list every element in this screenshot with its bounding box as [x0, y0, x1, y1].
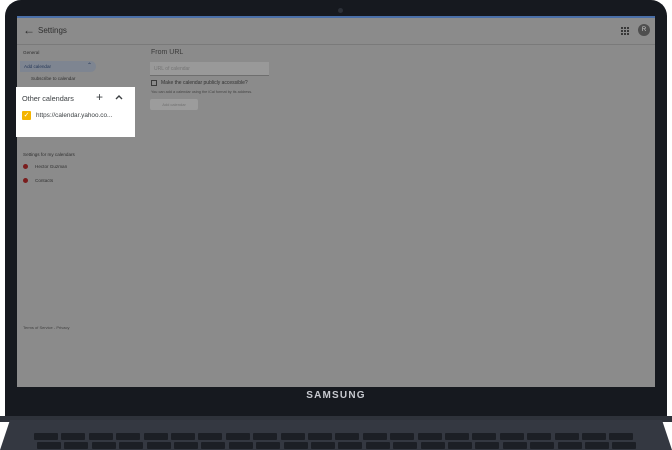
keyboard-key — [88, 433, 113, 440]
keyboard-key — [612, 442, 637, 449]
calendar-color-dot — [23, 164, 28, 170]
keyboard-key — [527, 433, 552, 440]
sidebar-section-my-calendars: Settings for my calendars — [23, 152, 75, 157]
keyboard-key — [228, 442, 253, 449]
plus-icon[interactable]: + — [96, 90, 103, 104]
public-checkbox-label: Make the calendar publicly accessible? — [161, 80, 248, 86]
calendar-url-input[interactable] — [150, 62, 269, 76]
calendar-checkbox[interactable]: ✓ — [22, 111, 31, 120]
other-calendars-panel: Other calendars + ✓ https://calendar.yah… — [16, 87, 135, 137]
keyboard-key — [475, 442, 500, 449]
keyboard-key — [335, 433, 360, 440]
chevron-up-icon[interactable] — [114, 92, 124, 102]
keyboard-key — [256, 442, 281, 449]
brand-logo: SAMSUNG — [306, 390, 366, 401]
apps-grid-icon[interactable] — [621, 27, 629, 35]
calendar-name: Hector Guzman — [35, 164, 68, 169]
keyboard-key — [472, 433, 497, 440]
keyboard-key — [499, 433, 524, 440]
footer-links[interactable]: Terms of Service - Privacy — [23, 325, 69, 330]
keyboard-key — [609, 433, 634, 440]
page-title: Settings — [38, 26, 67, 35]
sidebar-item-calendar[interactable]: Contacts — [23, 178, 54, 184]
other-calendar-url[interactable]: https://calendar.yahoo.co... — [36, 112, 112, 119]
webcam — [338, 8, 343, 13]
sidebar-item-add-calendar[interactable]: Add calendar ⌃ — [20, 61, 96, 72]
top-bar: ← Settings R — [17, 16, 655, 45]
keyboard-key — [502, 442, 527, 449]
keyboard-key — [201, 442, 226, 449]
keyboard-key — [585, 442, 609, 449]
keyboard-key — [61, 433, 86, 440]
keyboard-key — [174, 442, 198, 449]
keyboard-key — [445, 433, 469, 440]
keyboard-key — [198, 433, 223, 440]
keyboard-key — [362, 433, 387, 440]
keyboard-key — [393, 442, 418, 449]
keyboard — [34, 433, 638, 450]
laptop: ← Settings R General Add calendar ⌃ Subs… — [0, 0, 672, 450]
avatar[interactable]: R — [638, 24, 650, 36]
keyboard-key — [253, 433, 278, 440]
keyboard-key — [448, 442, 472, 449]
keyboard-key — [171, 433, 195, 440]
keyboard-key — [582, 433, 606, 440]
keyboard-key — [417, 433, 442, 440]
sidebar-item-label: Add calendar — [24, 64, 52, 69]
keyboard-key — [64, 442, 89, 449]
helper-text: You can add a calendar using the iCal fo… — [151, 90, 253, 94]
keyboard-key — [557, 442, 582, 449]
keyboard-key — [225, 433, 250, 440]
screen: ← Settings R General Add calendar ⌃ Subs… — [17, 16, 655, 387]
sidebar-item-subscribe[interactable]: Subscribe to calendar — [31, 76, 75, 81]
back-arrow-icon[interactable]: ← — [23, 23, 35, 37]
keyboard-key — [283, 442, 308, 449]
keyboard-key — [146, 442, 171, 449]
keyboard-key — [338, 442, 363, 449]
section-heading: From URL — [151, 49, 184, 56]
keyboard-key — [143, 433, 168, 440]
keyboard-key — [308, 433, 332, 440]
keyboard-key — [34, 433, 58, 440]
keyboard-key — [390, 433, 415, 440]
keyboard-key — [311, 442, 335, 449]
keyboard-key — [91, 442, 116, 449]
keyboard-key — [530, 442, 555, 449]
other-calendars-title: Other calendars — [22, 94, 74, 103]
keyboard-key — [280, 433, 305, 440]
sidebar-item-general[interactable]: General — [23, 50, 39, 55]
chevron-up-icon: ⌃ — [86, 63, 92, 69]
calendar-color-dot — [23, 178, 28, 184]
add-calendar-button[interactable]: Add calendar — [150, 99, 198, 110]
keyboard-key — [119, 442, 144, 449]
keyboard-key — [420, 442, 445, 449]
calendar-name: Contacts — [35, 178, 54, 183]
keyboard-key — [37, 442, 61, 449]
public-checkbox[interactable] — [151, 80, 157, 86]
sidebar-item-calendar[interactable]: Hector Guzman — [23, 164, 68, 170]
keyboard-key — [116, 433, 141, 440]
keyboard-key — [554, 433, 579, 440]
keyboard-key — [365, 442, 390, 449]
